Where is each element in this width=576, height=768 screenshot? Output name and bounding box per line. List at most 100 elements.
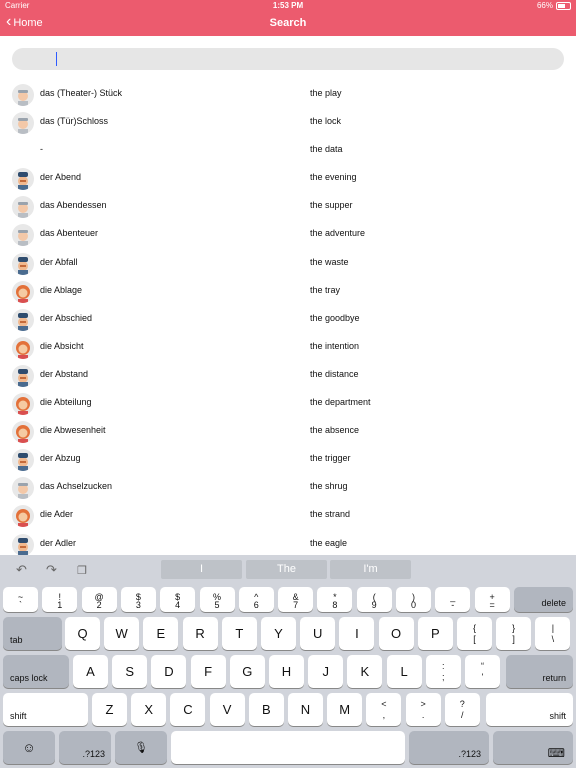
delete-key[interactable]: delete	[514, 587, 573, 612]
key[interactable]: * 8	[317, 587, 353, 612]
list-item[interactable]: der Abschied the goodbye	[0, 305, 576, 333]
key[interactable]: }]	[496, 617, 532, 650]
key[interactable]: _ -	[435, 587, 471, 612]
list-item[interactable]: der Adler the eagle	[0, 530, 576, 558]
on-screen-keyboard: ↶ ↷ ❐ I The I'm ~ `! 1 @2 $3 $4% 5 ^ 6 & 7 * 8(9) 0 _ -…	[0, 555, 576, 768]
german-term: der Abzug	[40, 453, 81, 464]
suggestion-1[interactable]: I	[161, 560, 242, 579]
undo-icon[interactable]: ↶	[16, 562, 27, 578]
key[interactable]: D	[151, 655, 187, 688]
key[interactable]: C	[170, 693, 206, 726]
shift-left-key[interactable]: shift	[3, 693, 88, 726]
list-item[interactable]: die Abwesenheit the absence	[0, 417, 576, 445]
list-item[interactable]: das Abenteuer the adventure	[0, 220, 576, 248]
tab-key[interactable]: tab	[3, 617, 62, 650]
key[interactable]: Q	[65, 617, 100, 650]
key[interactable]: <,	[366, 693, 402, 726]
key[interactable]: {[	[457, 617, 492, 650]
key[interactable]: P	[417, 617, 453, 650]
german-term: das (Theater-) Stück	[40, 88, 123, 98]
key[interactable]: W	[104, 617, 140, 650]
list-item[interactable]: der Abzug the trigger	[0, 445, 576, 473]
key[interactable]: ) 0	[396, 587, 431, 612]
list-item[interactable]: das (Tür)Schloss the lock	[0, 108, 576, 136]
list-item[interactable]: der Abend the evening	[0, 164, 576, 192]
key-label: '	[481, 672, 484, 683]
key[interactable]: T	[221, 617, 257, 650]
key[interactable]: (9	[356, 587, 392, 612]
key[interactable]: S	[112, 655, 148, 688]
key[interactable]: ^ 6	[238, 587, 274, 612]
key[interactable]: V	[209, 693, 245, 726]
suggestion-2[interactable]: The	[246, 560, 327, 579]
key[interactable]: “'	[465, 655, 500, 688]
list-item[interactable]: das Achselzucken the shrug	[0, 473, 576, 501]
clock: 1:53 PM	[272, 1, 304, 10]
return-key[interactable]: return	[506, 655, 573, 688]
redo-icon[interactable]: ↷	[46, 562, 57, 578]
key[interactable]: G	[229, 655, 265, 688]
list-item[interactable]: das Abendessen the supper	[0, 192, 576, 220]
key[interactable]: >.	[405, 693, 441, 726]
key[interactable]: ! 1	[42, 587, 78, 612]
key[interactable]: U	[300, 617, 336, 650]
key[interactable]: ~ `	[3, 587, 38, 612]
key[interactable]: H	[269, 655, 304, 688]
list-item[interactable]: die Absicht the intention	[0, 333, 576, 361]
key[interactable]: ? /	[444, 693, 480, 726]
list-item[interactable]: die Ablage the tray	[0, 277, 576, 305]
key-label: ,	[382, 710, 386, 721]
key[interactable]: $3	[120, 587, 156, 612]
list-item[interactable]: der Abfall the waste	[0, 249, 576, 277]
suggestion-3[interactable]: I'm	[330, 560, 411, 579]
key[interactable]: & 7	[278, 587, 314, 612]
key-shift-label: :	[442, 660, 445, 671]
list-item[interactable]: der Abstand the distance	[0, 361, 576, 389]
english-translation: the strand	[310, 509, 351, 520]
key-label: N	[300, 702, 311, 717]
english-translation: the waste	[310, 256, 349, 267]
key[interactable]: Z	[92, 693, 127, 726]
key[interactable]: K	[347, 655, 383, 688]
search-input[interactable]	[12, 48, 564, 70]
key[interactable]: @2	[81, 587, 117, 612]
emoji-key[interactable]: ☺	[3, 731, 55, 764]
key[interactable]: J	[308, 655, 344, 688]
list-item[interactable]: die Ader the strand	[0, 501, 576, 529]
list-item[interactable]: die Abteilung the department	[0, 389, 576, 417]
key-shift-label: ?	[459, 698, 465, 709]
key-label: Y	[274, 626, 283, 641]
key[interactable]: :;	[425, 655, 461, 688]
key[interactable]: Y	[261, 617, 296, 650]
numbers-key-left[interactable]: .?123	[59, 731, 111, 764]
paste-icon[interactable]: ❐	[77, 564, 87, 577]
key[interactable]: R	[182, 617, 218, 650]
key[interactable]: M	[327, 693, 363, 726]
caps-lock-key[interactable]: caps lock	[3, 655, 69, 688]
space-bar[interactable]	[171, 731, 405, 764]
key[interactable]: A	[73, 655, 108, 688]
numbers-key-right[interactable]: .?123	[409, 731, 489, 764]
key[interactable]: | \	[535, 617, 571, 650]
hide-keyboard-key[interactable]: ⌨	[493, 731, 573, 764]
list-item[interactable]: - the data	[0, 136, 576, 164]
key[interactable]: + =	[474, 587, 510, 612]
key[interactable]: E	[143, 617, 179, 650]
shift-right-key[interactable]: shift	[486, 693, 573, 726]
key[interactable]: % 5	[199, 587, 235, 612]
keyboard-toolbar: ↶ ↷ ❐ I The I'm	[0, 555, 576, 583]
key[interactable]: L	[386, 655, 422, 688]
key[interactable]: O	[378, 617, 414, 650]
male-avatar-icon	[12, 168, 34, 191]
key[interactable]: F	[190, 655, 226, 688]
list-item[interactable]: das (Theater-) Stück the play	[0, 80, 576, 108]
english-translation: the lock	[310, 116, 342, 127]
key[interactable]: X	[131, 693, 167, 726]
key[interactable]: N	[288, 693, 323, 726]
key-label: B	[261, 702, 271, 717]
key[interactable]: B	[248, 693, 284, 726]
key[interactable]: $4	[160, 587, 196, 612]
key[interactable]: I	[339, 617, 375, 650]
dictation-key[interactable]: 🎙	[115, 731, 167, 764]
key-label: 4	[175, 600, 181, 610]
